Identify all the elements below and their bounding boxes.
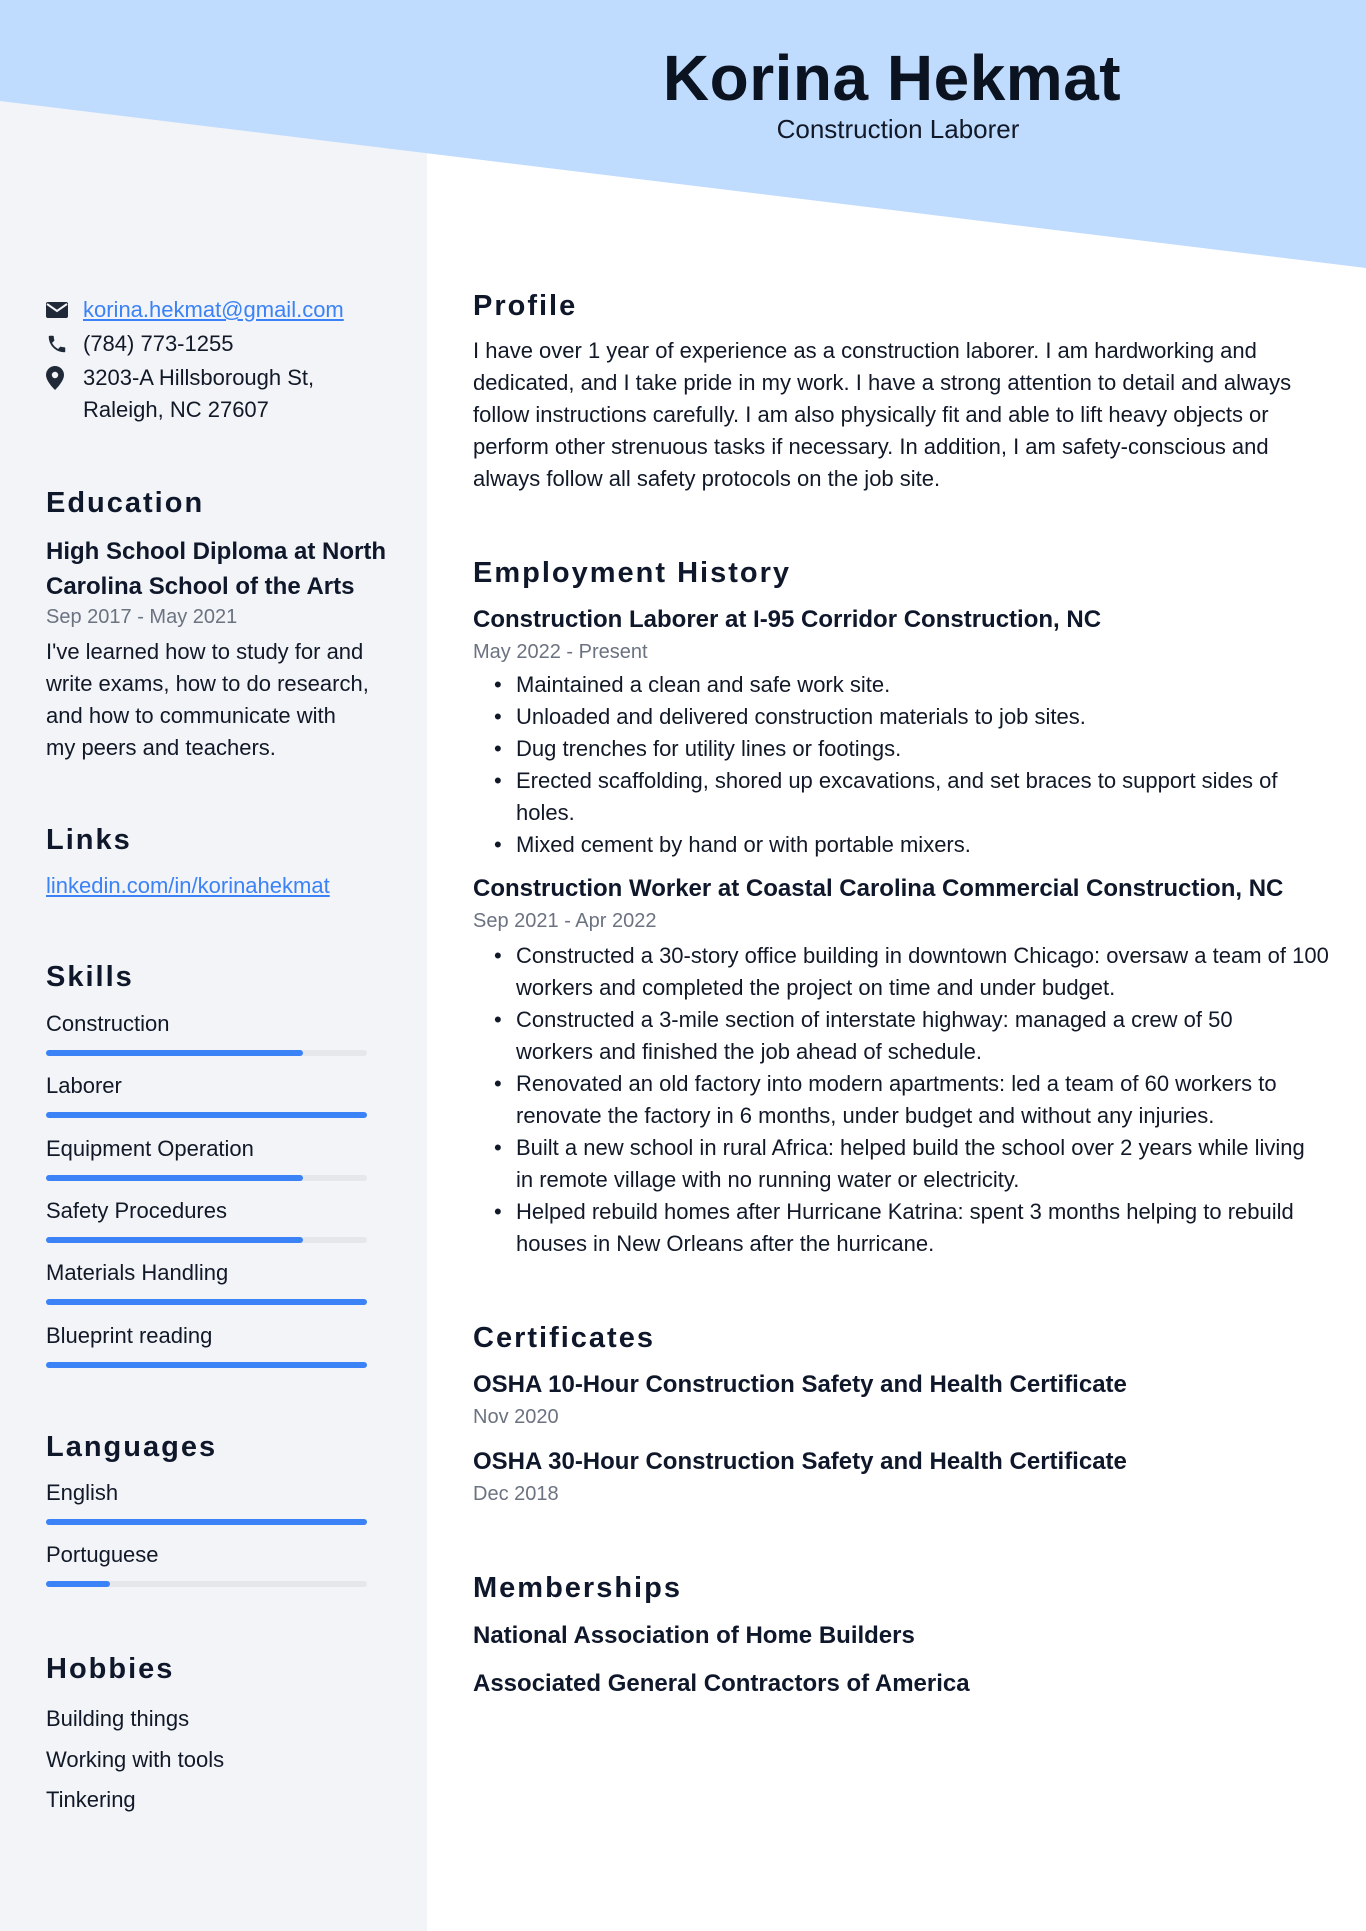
links-heading: Links	[46, 824, 132, 856]
memberships-heading: Memberships	[473, 1572, 682, 1604]
skill-level-fill	[46, 1361, 367, 1368]
job-bullets: Constructed a 30-story office building i…	[473, 940, 1366, 1260]
certificate-date: Dec 2018	[473, 1483, 559, 1505]
skill-label: Laborer	[46, 1073, 122, 1099]
bullet-item: Erected scaffolding, shored up excavatio…	[494, 765, 1326, 829]
hobby-item: Working with tools	[46, 1746, 225, 1772]
skill-level-fill	[46, 1050, 303, 1056]
certificate-date: Nov 2020	[473, 1406, 559, 1428]
skill-level-bar	[46, 1050, 367, 1056]
skill-level-bar	[46, 1174, 367, 1181]
candidate-title: Construction Laborer	[776, 114, 1020, 144]
skill-label: Construction	[46, 1011, 170, 1036]
job-title: Construction Worker at Coastal Carolina …	[473, 875, 1284, 902]
employment-heading: Employment History	[473, 557, 791, 589]
skill-level-fill	[46, 1299, 367, 1306]
bullet-item: Maintained a clean and safe work site.	[494, 669, 1366, 701]
skill-level-bar	[46, 1112, 367, 1119]
bullet-item: Constructed a 3-mile section of intersta…	[494, 1004, 1306, 1068]
skill-label: Blueprint reading	[46, 1322, 213, 1348]
skills-heading: Skills	[46, 961, 134, 993]
candidate-name: Korina Hekmat	[662, 42, 1122, 114]
contact-email: korina.hekmat@gmail.com	[46, 294, 344, 326]
language-label: English	[46, 1480, 119, 1505]
education-heading: Education	[46, 487, 205, 519]
job-dates: Sep 2021 - Apr 2022	[473, 910, 657, 932]
hobbies-list: Building things Working with tools Tinke…	[46, 1699, 386, 1821]
skill-label: Equipment Operation	[46, 1135, 254, 1161]
skill-label: Materials Handling	[46, 1260, 229, 1286]
skill-level-bar	[46, 1236, 367, 1243]
phone-icon	[46, 328, 72, 360]
map-pin-icon	[46, 362, 72, 394]
hobby-item: Building things	[46, 1706, 190, 1731]
hobby-item: Tinkering	[46, 1787, 136, 1812]
membership-item: National Association of Home Builders	[473, 1622, 915, 1649]
contact-address: 3203-A Hillsborough St, Raleigh, NC 2760…	[46, 362, 314, 426]
membership-item: Associated General Contractors of Americ…	[473, 1670, 970, 1697]
certificate-title: OSHA 10-Hour Construction Safety and Hea…	[473, 1371, 1127, 1398]
skill-level-fill	[46, 1112, 367, 1119]
bullet-item: Mixed cement by hand or with portable mi…	[494, 829, 1366, 861]
job-dates: May 2022 - Present	[473, 641, 648, 663]
education-description: I've learned how to study for and write …	[46, 639, 369, 760]
language-label: Portuguese	[46, 1542, 159, 1568]
language-level-fill	[46, 1581, 111, 1588]
address-line-2: Raleigh, NC 27607	[83, 397, 269, 422]
envelope-icon	[46, 294, 72, 326]
skill-level-fill	[46, 1174, 303, 1181]
education-degree: High School Diploma at North Carolina Sc…	[46, 538, 386, 600]
job-bullets: Maintained a clean and safe work site. U…	[473, 669, 1366, 861]
bullet-item: Dug trenches for utility lines or footin…	[494, 733, 1366, 765]
linkedin-link[interactable]: linkedin.com/in/korinahekmat	[46, 870, 330, 902]
bullet-item: Helped rebuild homes after Hurricane Kat…	[494, 1196, 1306, 1260]
languages-heading: Languages	[46, 1431, 218, 1463]
language-level-bar	[46, 1581, 367, 1588]
skill-label: Safety Procedures	[46, 1197, 227, 1223]
language-level-bar	[46, 1519, 367, 1525]
bullet-item: Unloaded and delivered construction mate…	[494, 701, 1366, 733]
certificates-heading: Certificates	[473, 1322, 655, 1354]
certificate-title: OSHA 30-Hour Construction Safety and Hea…	[473, 1448, 1127, 1475]
bullet-item: Constructed a 30-story office building i…	[494, 940, 1331, 1004]
contact-phone: (784) 773-1255	[46, 328, 233, 360]
profile-text: I have over 1 year of experience as a co…	[473, 338, 1292, 491]
skill-level-bar	[46, 1361, 367, 1368]
email-link[interactable]: korina.hekmat@gmail.com	[83, 294, 344, 326]
phone-number: (784) 773-1255	[83, 331, 234, 356]
job-title: Construction Laborer at I-95 Corridor Co…	[473, 606, 1102, 633]
bullet-item: Renovated an old factory into modern apa…	[494, 1068, 1331, 1132]
education-dates: Sep 2017 - May 2021	[46, 606, 238, 628]
profile-heading: Profile	[473, 290, 578, 322]
hobbies-heading: Hobbies	[46, 1653, 175, 1685]
language-level-fill	[46, 1519, 367, 1525]
skill-level-fill	[46, 1236, 303, 1243]
bullet-item: Built a new school in rural Africa: help…	[494, 1132, 1316, 1196]
address-line-1: 3203-A Hillsborough St,	[83, 365, 315, 390]
skill-level-bar	[46, 1299, 367, 1306]
